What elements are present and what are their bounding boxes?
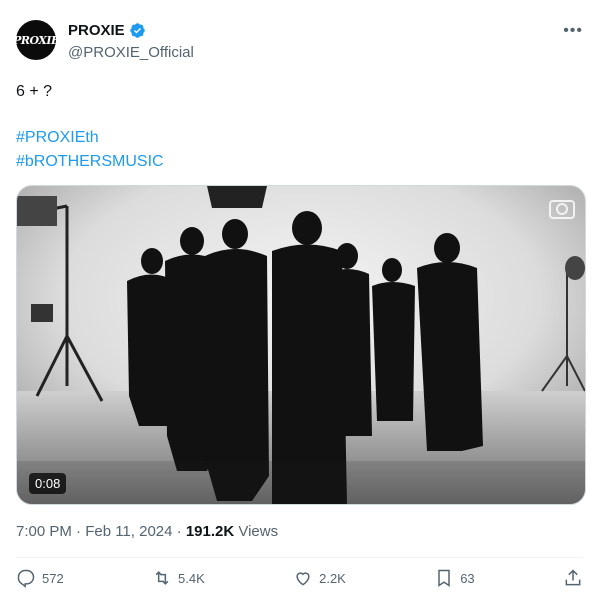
share-button[interactable] <box>563 568 583 588</box>
repost-icon <box>155 571 169 585</box>
reply-count: 572 <box>42 570 64 586</box>
hashtags: #PROXIEth #bROTHERSMUSIC <box>16 126 164 174</box>
hashtag-link[interactable]: #bROTHERSMUSIC <box>16 150 164 174</box>
hashtag-link[interactable]: #PROXIEth <box>16 126 164 150</box>
author-name-row: PROXIE <box>68 22 146 39</box>
like-button[interactable]: 2.2K <box>293 568 346 588</box>
video-thumbnail <box>17 186 585 504</box>
author-name[interactable]: PROXIE <box>68 22 125 39</box>
more-options-icon[interactable]: ••• <box>563 22 583 40</box>
tweet-text: 6 + ? <box>16 83 53 100</box>
avatar[interactable]: PROXIE <box>13 20 59 60</box>
bookmark-button[interactable]: 63 <box>434 568 475 588</box>
avatar-logo-text: PROXIE <box>13 33 59 47</box>
share-icon <box>565 569 581 586</box>
repost-count: 5.4K <box>178 570 205 586</box>
divider <box>16 557 583 558</box>
heart-icon <box>296 572 310 586</box>
verified-badge-icon <box>129 23 145 38</box>
video-player[interactable]: 0:08 <box>16 185 586 505</box>
author-handle[interactable]: @PROXIE_Official <box>68 44 194 61</box>
tweet-timestamp[interactable]: 7:00 PM · Feb 11, 2024 · <box>16 523 186 540</box>
tweet-meta: 7:00 PM · Feb 11, 2024 · 191.2K Views <box>16 523 278 540</box>
views-count: 191.2K <box>185 523 235 540</box>
video-duration: 0:08 <box>29 473 67 494</box>
like-count: 2.2K <box>319 570 346 586</box>
reply-button[interactable]: 572 <box>16 568 64 588</box>
reply-icon <box>17 569 35 588</box>
bookmark-count: 63 <box>460 570 475 586</box>
action-bar: 572 5.4K 2.2K 63 <box>16 568 583 588</box>
bookmark-icon <box>438 569 450 587</box>
repost-button[interactable]: 5.4K <box>152 568 205 588</box>
views-label: Views <box>234 523 279 540</box>
